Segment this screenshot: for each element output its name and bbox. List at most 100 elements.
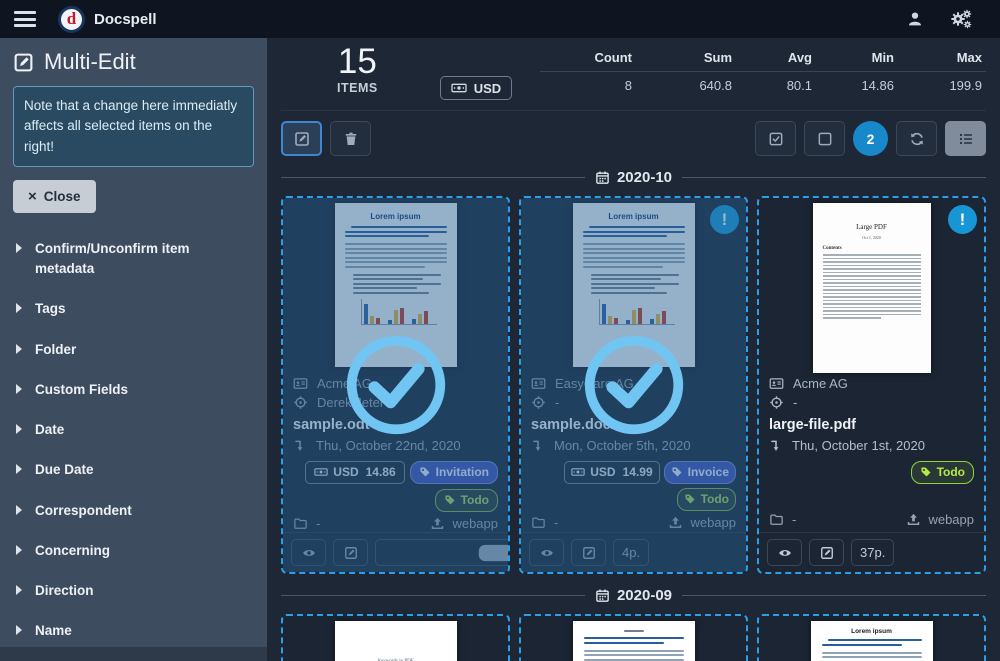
sidebar-item-folder[interactable]: Folder: [13, 330, 254, 370]
stats-table: Count Sum Avg Min Max 8 640.8 80.1 14.86…: [540, 44, 986, 99]
item-card[interactable]: Keywords in PDF: [281, 614, 510, 661]
folder-source-row: - webapp: [769, 512, 974, 527]
card-thumbnail: [521, 616, 746, 661]
section-label: Date: [35, 420, 64, 440]
stat-header-sum: Sum: [636, 44, 736, 72]
menu-icon[interactable]: [14, 11, 36, 27]
summary-header: 15 ITEMS USD Count Sum Avg Min Max 8 640…: [281, 44, 986, 111]
select-all-button[interactable]: [755, 121, 796, 156]
item-card-sample-odt[interactable]: Lorem ipsum: [281, 196, 510, 574]
sidebar-item-correspondent[interactable]: Correspondent: [13, 491, 254, 531]
sidebar-item-date[interactable]: Date: [13, 410, 254, 450]
selected-check-icon: [342, 331, 450, 439]
selection-count-badge: 2: [853, 121, 888, 156]
items-count: 15 ITEMS: [337, 44, 378, 95]
tag-badge-todo[interactable]: Todo: [911, 461, 974, 484]
items-count-label: ITEMS: [337, 81, 378, 95]
correspondent-name: Acme AG: [793, 376, 848, 391]
delete-selected-button[interactable]: [330, 121, 371, 156]
trash-icon: [343, 131, 359, 147]
stat-value-max: 199.9: [898, 72, 986, 99]
caret-right-icon: [16, 545, 22, 555]
multi-edit-sidebar: Multi-Edit Note that a change here immed…: [0, 38, 267, 661]
sidebar-item-direction[interactable]: Direction: [13, 571, 254, 611]
source-name: webapp: [928, 512, 974, 527]
items-count-number: 15: [337, 44, 378, 81]
sidebar-item-custom-fields[interactable]: Custom Fields: [13, 370, 254, 410]
caret-right-icon: [16, 585, 22, 595]
stat-value-count: 8: [540, 72, 636, 99]
close-button-label: Close: [44, 189, 81, 204]
close-button[interactable]: × Close: [13, 180, 96, 213]
section-label: Folder: [35, 340, 76, 360]
reload-button[interactable]: [896, 121, 937, 156]
section-label: Custom Fields: [35, 380, 128, 400]
new-item-badge: !: [948, 205, 977, 234]
section-label: Confirm/Unconfirm item metadata: [35, 239, 225, 280]
close-icon: ×: [28, 188, 37, 205]
stat-value-avg: 80.1: [736, 72, 816, 99]
group-header: 2020-10: [281, 169, 986, 186]
item-card[interactable]: Lorem ipsum: [757, 614, 986, 661]
section-label: Tags: [35, 299, 66, 319]
card-footer: 37p.: [759, 532, 984, 572]
deselect-all-button[interactable]: [804, 121, 845, 156]
section-label: Direction: [35, 581, 94, 601]
tag-icon: [920, 466, 932, 478]
item-card[interactable]: [519, 614, 748, 661]
stat-header-count: Count: [540, 44, 636, 72]
stat-header-max: Max: [898, 44, 986, 72]
multi-edit-title-label: Multi-Edit: [44, 49, 136, 75]
sidebar-item-due-date[interactable]: Due Date: [13, 450, 254, 490]
edit-selected-button[interactable]: [281, 121, 322, 156]
item-card-grid: Lorem ipsum: [281, 196, 986, 574]
sidebar-item-name[interactable]: Name: [13, 611, 254, 651]
group-header: 2020-09: [281, 587, 986, 604]
sidebar-item-concerning[interactable]: Concerning: [13, 531, 254, 571]
preview-button[interactable]: [767, 539, 802, 566]
eye-icon: [778, 546, 792, 560]
pages-badge: 37p.: [851, 539, 894, 566]
thumb-title: Large PDF: [823, 223, 921, 231]
item-date-row: Thu, October 1st, 2020: [769, 438, 974, 453]
list-view-button[interactable]: [945, 121, 986, 156]
upload-icon: [906, 512, 921, 527]
edit-icon: [13, 52, 34, 73]
sidebar-item-tags[interactable]: Tags: [13, 289, 254, 329]
address-card-icon: [769, 376, 784, 391]
settings-icon[interactable]: [950, 9, 974, 29]
brand-title[interactable]: Docspell: [94, 11, 157, 28]
item-card-grid: Keywords in PDF Lorem ipsum: [281, 614, 986, 661]
caret-right-icon: [16, 505, 22, 515]
caret-right-icon: [16, 344, 22, 354]
sidebar-footer: [0, 647, 267, 661]
thumb-date: Oct 1, 2020: [823, 235, 921, 240]
item-card-sample-docx[interactable]: ! Lorem ipsum: [519, 196, 748, 574]
item-card-large-file-pdf[interactable]: ! Large PDF Oct 1, 2020 Contents Acme AG…: [757, 196, 986, 574]
stat-header-min: Min: [816, 44, 898, 72]
caret-right-icon: [16, 464, 22, 474]
card-thumbnail: Lorem ipsum: [759, 616, 984, 661]
item-name: large-file.pdf: [769, 417, 974, 433]
app-navbar: d Docspell: [0, 0, 1000, 38]
group-date-label: 2020-10: [617, 169, 672, 186]
sidebar-item-confirm-metadata[interactable]: Confirm/Unconfirm item metadata: [13, 229, 254, 290]
concerning-name: -: [793, 395, 797, 410]
tag-list: Todo: [769, 461, 974, 508]
multi-edit-title: Multi-Edit: [13, 49, 254, 75]
currency-badge[interactable]: USD: [440, 76, 512, 100]
correspondent-row: Acme AG: [769, 376, 974, 391]
thumb-title: Lorem ipsum: [820, 628, 924, 635]
section-label: Concerning: [35, 541, 110, 561]
edit-sections-list: Confirm/Unconfirm item metadata Tags Fol…: [13, 229, 254, 652]
calendar-icon: [595, 170, 610, 185]
caret-right-icon: [16, 424, 22, 434]
sync-icon: [909, 131, 925, 147]
docspell-logo-icon[interactable]: d: [58, 6, 85, 33]
edit-item-button[interactable]: [809, 539, 844, 566]
caret-right-icon: [16, 243, 22, 253]
note-box: Note that a change here immediatly affec…: [13, 86, 254, 167]
selection-toolbar: 2: [281, 121, 986, 156]
stat-value-min: 14.86: [816, 72, 898, 99]
user-icon[interactable]: [906, 10, 924, 28]
